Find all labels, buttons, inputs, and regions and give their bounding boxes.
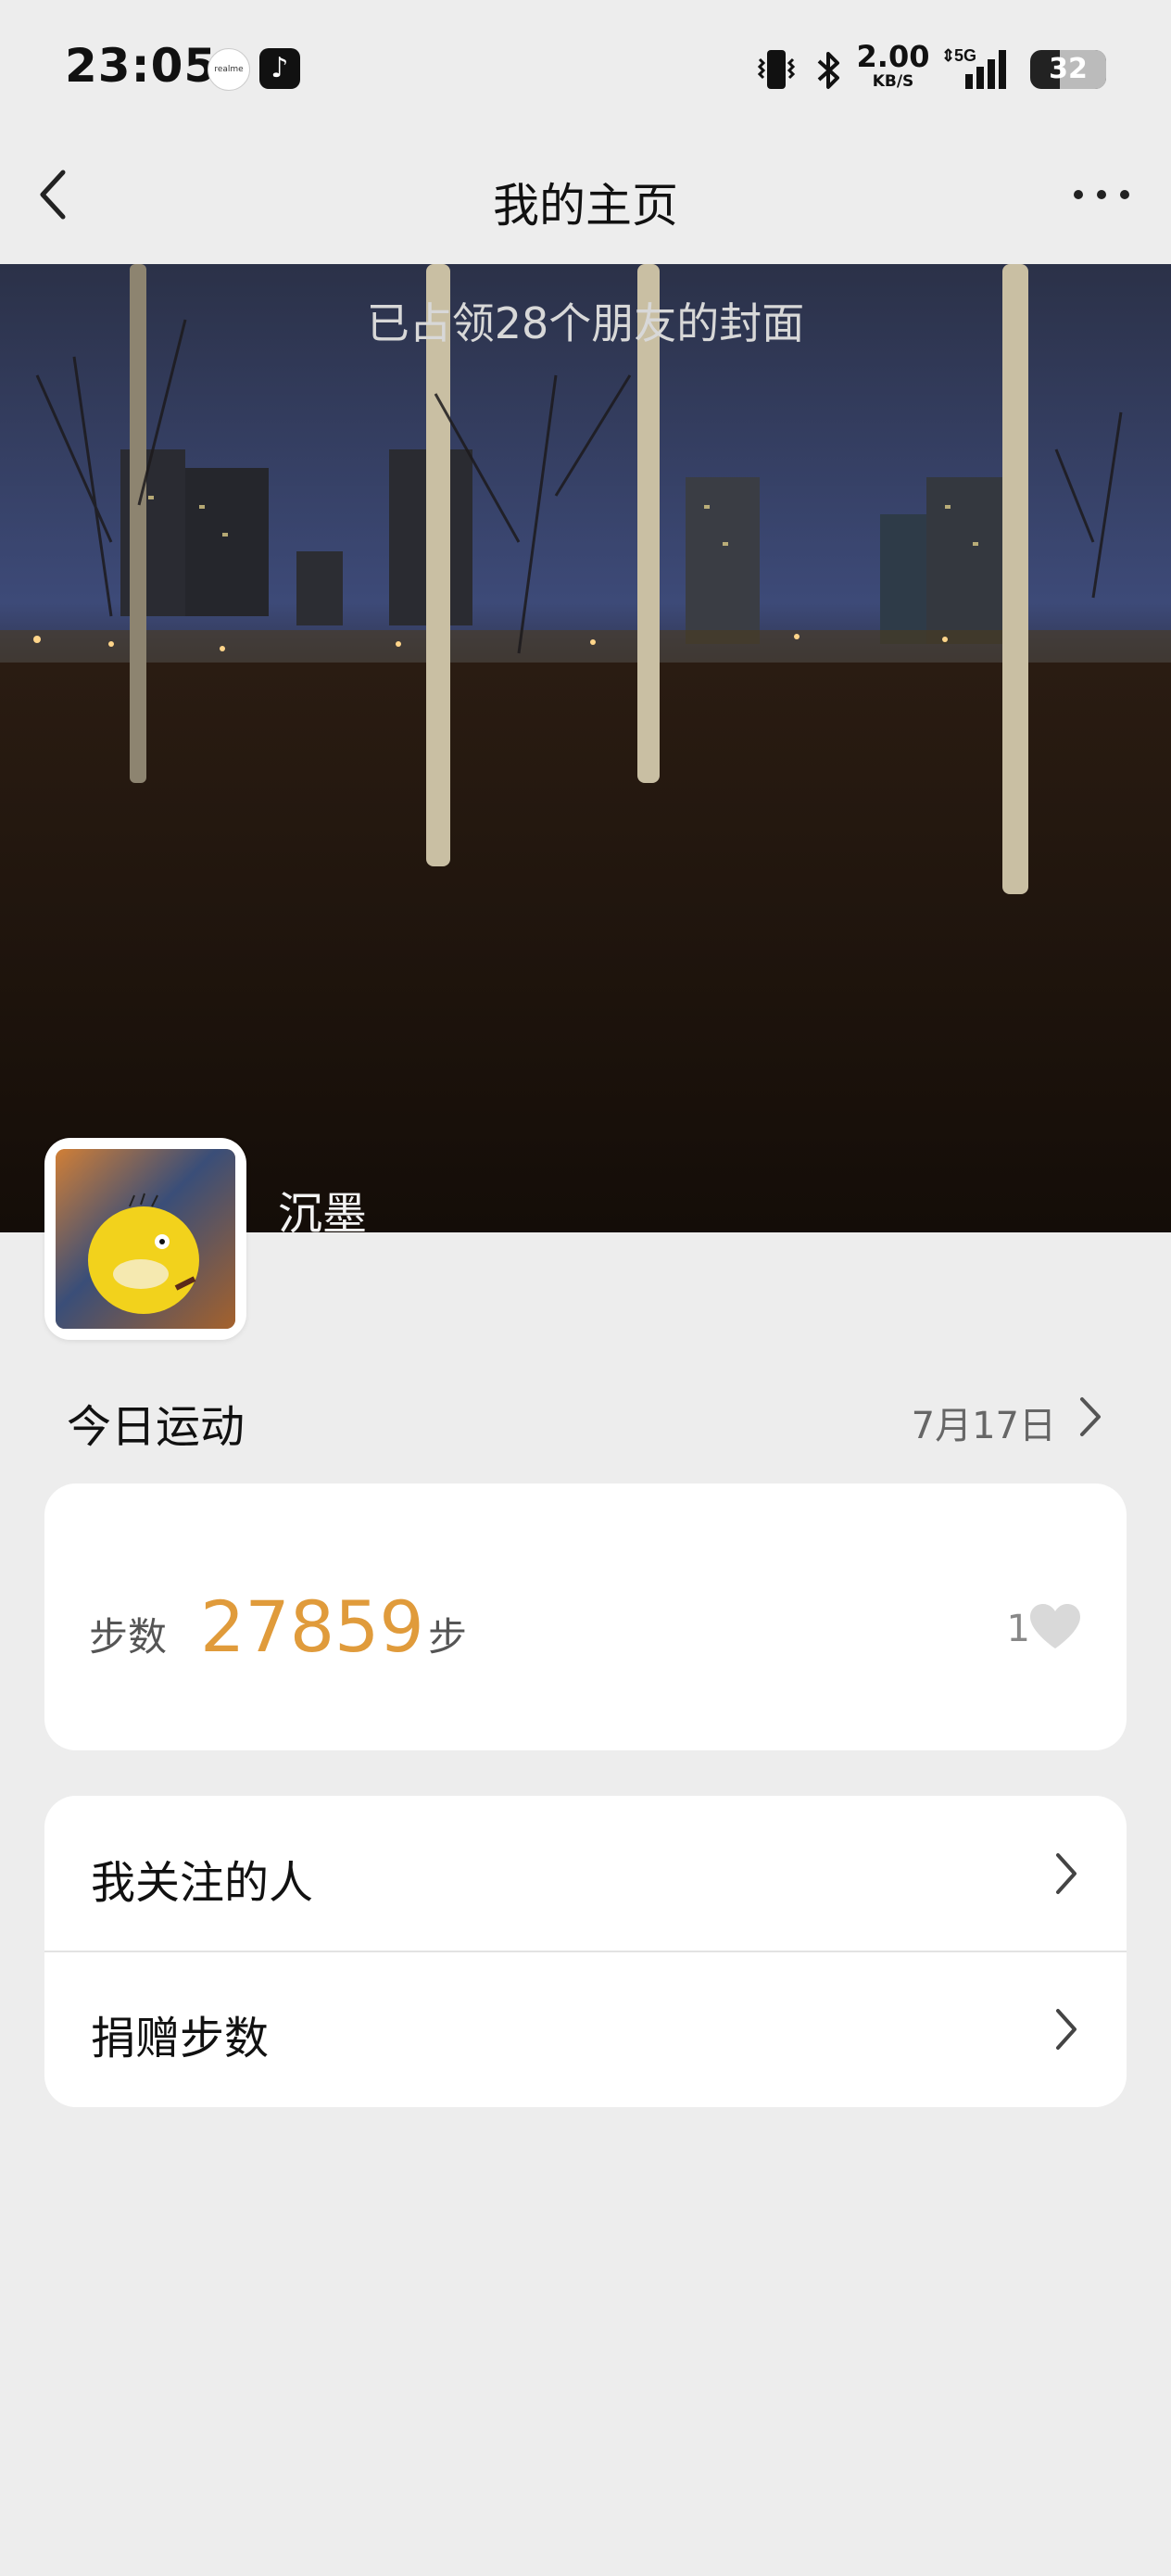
avatar[interactable] xyxy=(44,1138,246,1340)
network-speed-value: 2.00 xyxy=(856,39,930,74)
today-title: 今日运动 xyxy=(67,1401,246,1453)
network-type: 5G xyxy=(954,46,976,65)
psyduck-scream-image xyxy=(56,1149,235,1329)
status-bar: 23:05 realme ♪ 2.00 KB/S ⇕ 5G 32 xyxy=(0,0,1171,139)
heart-icon[interactable] xyxy=(1028,1602,1082,1650)
chevron-right-icon xyxy=(1056,1853,1077,1894)
vibrate-icon xyxy=(757,50,796,89)
steps-value: 27859 xyxy=(200,1585,424,1668)
avatar-image xyxy=(56,1149,235,1329)
today-date: 7月17日 xyxy=(911,1405,1056,1447)
username: 沉墨 xyxy=(278,1188,368,1232)
network-speed: 2.00 KB/S xyxy=(856,41,930,91)
page-title: 我的主页 xyxy=(493,179,678,233)
menu-item-label: 我关注的人 xyxy=(91,1857,314,1909)
signal-5g-icon: ⇕ 5G xyxy=(941,46,1006,89)
battery-level: 32 xyxy=(1049,53,1088,85)
nav-bar: 我的主页 xyxy=(0,139,1171,264)
more-horizontal-icon[interactable] xyxy=(1069,176,1134,213)
menu-item-following[interactable]: 我关注的人 xyxy=(44,1796,1127,1951)
like-count: 1 xyxy=(1006,1608,1030,1650)
menu-item-donate-steps[interactable]: 捐赠步数 xyxy=(44,1951,1127,2107)
chevron-right-icon xyxy=(1056,2009,1077,2050)
realme-icon: realme xyxy=(208,48,250,91)
battery-icon: 32 xyxy=(1030,50,1106,89)
steps-unit: 步 xyxy=(428,1614,468,1660)
steps-label: 步数 xyxy=(89,1614,168,1660)
status-time: 23:05 xyxy=(65,39,218,93)
cover-caption: 已占领28个朋友的封面 xyxy=(366,298,805,348)
today-section-header[interactable]: 今日运动 7月17日 xyxy=(0,1371,1171,1464)
network-speed-unit: KB/S xyxy=(872,72,914,91)
night-park-photo xyxy=(0,264,1171,1232)
svg-text:⇕: ⇕ xyxy=(941,46,955,65)
menu-card: 我关注的人 捐赠步数 xyxy=(44,1796,1127,2107)
chevron-right-icon xyxy=(1080,1397,1101,1436)
cover-photo[interactable]: 已占领28个朋友的封面 沉墨 xyxy=(0,264,1171,1232)
menu-item-label: 捐赠步数 xyxy=(91,2013,270,2065)
bluetooth-icon xyxy=(817,52,839,89)
tiktok-icon: ♪ xyxy=(259,48,300,89)
steps-card[interactable]: 步数 27859 步 1 xyxy=(44,1484,1127,1750)
